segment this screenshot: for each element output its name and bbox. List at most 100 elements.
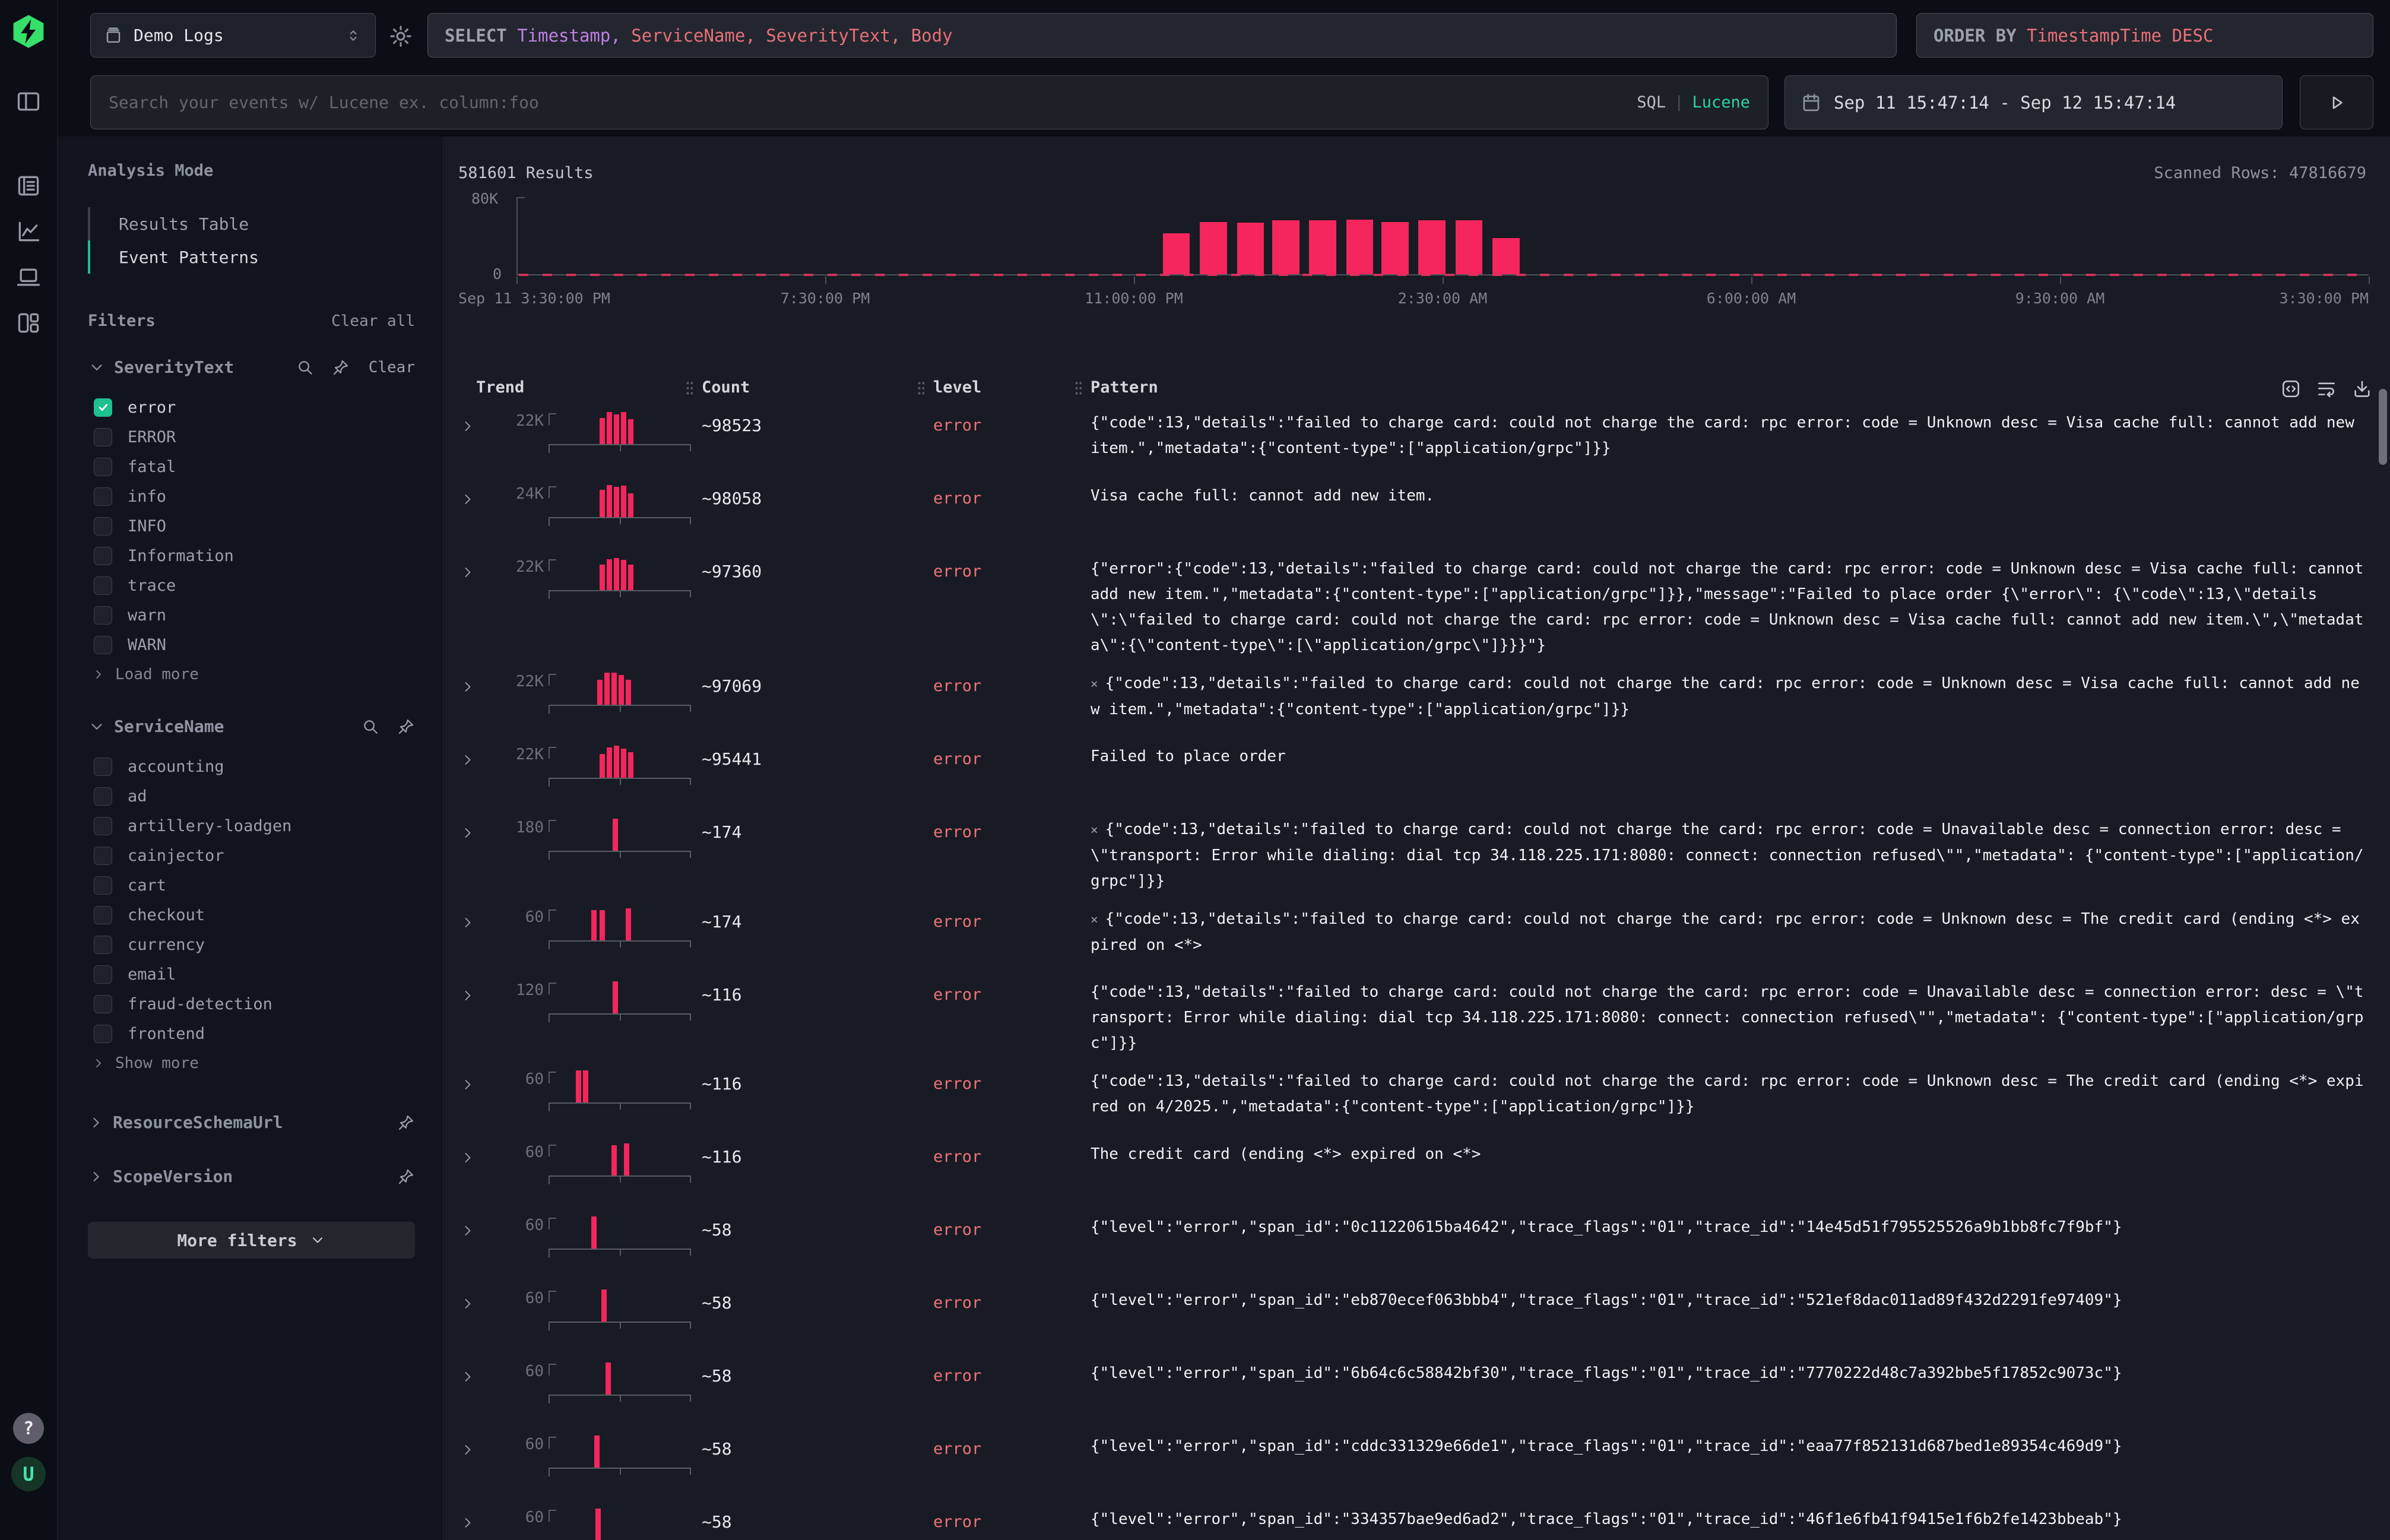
select-columns-input[interactable]: SELECT Timestamp, ServiceName, SeverityT… [427, 13, 1897, 58]
checkbox[interactable] [94, 636, 112, 654]
checkbox[interactable] [94, 576, 112, 595]
hyperdx-logo-icon[interactable] [11, 12, 46, 51]
checkbox[interactable] [94, 995, 112, 1013]
filter-option-fraud-detection[interactable]: fraud-detection [88, 989, 415, 1019]
pattern-row[interactable]: 22K~95441errorFailed to place order [458, 735, 2390, 808]
pattern-row[interactable]: 120~116error{"code":13,"details":"failed… [458, 971, 2390, 1060]
dashboards-icon[interactable] [15, 309, 42, 337]
user-avatar[interactable]: U [11, 1457, 46, 1491]
filter-option-info[interactable]: info [88, 481, 415, 511]
wrap-text-icon[interactable] [2316, 379, 2337, 399]
clear-filter-button[interactable]: Clear [369, 359, 415, 376]
expand-row-chevron-icon[interactable] [459, 418, 492, 435]
expand-row-chevron-icon[interactable] [459, 1295, 492, 1312]
view-code-icon[interactable] [2281, 379, 2301, 399]
pin-icon[interactable] [397, 718, 415, 736]
gear-icon[interactable] [388, 24, 413, 49]
column-resize-handle[interactable] [685, 379, 693, 395]
checkbox[interactable] [94, 1025, 112, 1043]
column-header-count[interactable]: Count [702, 378, 933, 397]
exclude-x-icon[interactable]: × [1091, 912, 1098, 927]
filter-option-checkout[interactable]: checkout [88, 900, 415, 930]
filter-option-warn[interactable]: WARN [88, 630, 415, 660]
mode-lucene-toggle[interactable]: Lucene [1692, 93, 1750, 112]
checkbox[interactable] [94, 758, 112, 776]
expand-row-chevron-icon[interactable] [459, 564, 492, 581]
expand-row-chevron-icon[interactable] [459, 1368, 492, 1385]
mode-sql-toggle[interactable]: SQL [1637, 93, 1666, 112]
filter-option-currency[interactable]: currency [88, 930, 415, 959]
pattern-row[interactable]: 24K~98058errorVisa cache full: cannot ad… [458, 474, 2390, 547]
clear-all-filters-button[interactable]: Clear all [331, 312, 415, 330]
expand-row-chevron-icon[interactable] [459, 1441, 492, 1458]
checkbox[interactable] [94, 398, 112, 417]
filter-group-scopeversion[interactable]: ScopeVersion [88, 1167, 415, 1186]
column-resize-handle[interactable] [917, 379, 924, 395]
filter-option-email[interactable]: email [88, 959, 415, 989]
pattern-row[interactable]: 60~58error{"level":"error","span_id":"6b… [458, 1352, 2390, 1425]
checkbox[interactable] [94, 458, 112, 476]
exclude-x-icon[interactable]: × [1091, 823, 1098, 837]
filter-option-ad[interactable]: ad [88, 781, 415, 811]
pattern-row[interactable]: 22K~97069error×{"code":13,"details":"fai… [458, 662, 2390, 735]
help-button[interactable]: ? [13, 1413, 44, 1444]
filter-option-frontend[interactable]: frontend [88, 1019, 415, 1048]
checkbox[interactable] [94, 965, 112, 984]
filter-option-fatal[interactable]: fatal [88, 452, 415, 481]
search-input[interactable]: Search your events w/ Lucene ex. column:… [90, 75, 1768, 129]
pattern-row[interactable]: 60~58error{"level":"error","span_id":"cd… [458, 1425, 2390, 1498]
vertical-scrollbar-thumb[interactable] [2379, 389, 2387, 465]
filter-option-information[interactable]: Information [88, 541, 415, 571]
search-icon[interactable] [362, 718, 379, 736]
checkbox[interactable] [94, 906, 112, 924]
pattern-row[interactable]: 180~174error×{"code":13,"details":"faile… [458, 808, 2390, 898]
pattern-row[interactable]: 60~58error{"level":"error","span_id":"33… [458, 1498, 2390, 1540]
exclude-x-icon[interactable]: × [1091, 677, 1098, 691]
pattern-row[interactable]: 60~174error×{"code":13,"details":"failed… [458, 898, 2390, 971]
filter-option-cainjector[interactable]: cainjector [88, 841, 415, 870]
source-select[interactable]: Demo Logs [90, 13, 376, 58]
expand-row-chevron-icon[interactable] [459, 1076, 492, 1093]
pin-icon[interactable] [397, 1168, 415, 1186]
filter-group-header[interactable]: ServiceName [88, 717, 415, 736]
date-range-picker[interactable]: Sep 11 15:47:14 - Sep 12 15:47:14 [1784, 75, 2283, 129]
expand-row-chevron-icon[interactable] [459, 1514, 492, 1531]
filter-group-header[interactable]: SeverityTextClear [88, 357, 415, 377]
order-by-input[interactable]: ORDER BY TimestampTime DESC [1916, 13, 2373, 58]
column-header-pattern[interactable]: Pattern [1091, 378, 2390, 397]
checkbox[interactable] [94, 606, 112, 625]
expand-row-chevron-icon[interactable] [459, 679, 492, 695]
filter-option-cart[interactable]: cart [88, 870, 415, 900]
sessions-icon[interactable] [15, 264, 42, 291]
column-header-trend[interactable]: Trend [458, 378, 702, 397]
chart-explorer-icon[interactable] [15, 218, 42, 245]
checkbox[interactable] [94, 428, 112, 446]
pattern-row[interactable]: 60~116error{"code":13,"details":"failed … [458, 1060, 2390, 1133]
expand-row-chevron-icon[interactable] [459, 752, 492, 768]
expand-row-chevron-icon[interactable] [459, 1222, 492, 1239]
expand-row-chevron-icon[interactable] [459, 914, 492, 931]
analysis-mode-item-results-table[interactable]: Results Table [88, 207, 415, 240]
pattern-row[interactable]: 60~116errorThe credit card (ending <*> e… [458, 1133, 2390, 1206]
run-query-button[interactable] [2300, 75, 2373, 129]
filter-option-error[interactable]: ERROR [88, 422, 415, 452]
search-logs-icon[interactable] [15, 172, 42, 199]
pin-icon[interactable] [397, 1114, 415, 1132]
filter-option-accounting[interactable]: accounting [88, 752, 415, 781]
pattern-row[interactable]: 60~58error{"level":"error","span_id":"0c… [458, 1206, 2390, 1279]
checkbox[interactable] [94, 817, 112, 835]
load-more-link[interactable]: Show more [88, 1048, 415, 1078]
filter-option-error[interactable]: error [88, 392, 415, 422]
download-icon[interactable] [2352, 379, 2372, 399]
checkbox[interactable] [94, 487, 112, 506]
pattern-row[interactable]: 22K~97360error{"error":{"code":13,"detai… [458, 547, 2390, 662]
filter-option-info[interactable]: INFO [88, 511, 415, 541]
analysis-mode-item-event-patterns[interactable]: Event Patterns [88, 240, 415, 274]
expand-row-chevron-icon[interactable] [459, 825, 492, 841]
filter-option-trace[interactable]: trace [88, 571, 415, 600]
toggle-sidebar-icon[interactable] [15, 88, 42, 115]
checkbox[interactable] [94, 847, 112, 865]
search-icon[interactable] [296, 359, 314, 376]
expand-row-chevron-icon[interactable] [459, 1149, 492, 1166]
expand-row-chevron-icon[interactable] [459, 987, 492, 1004]
